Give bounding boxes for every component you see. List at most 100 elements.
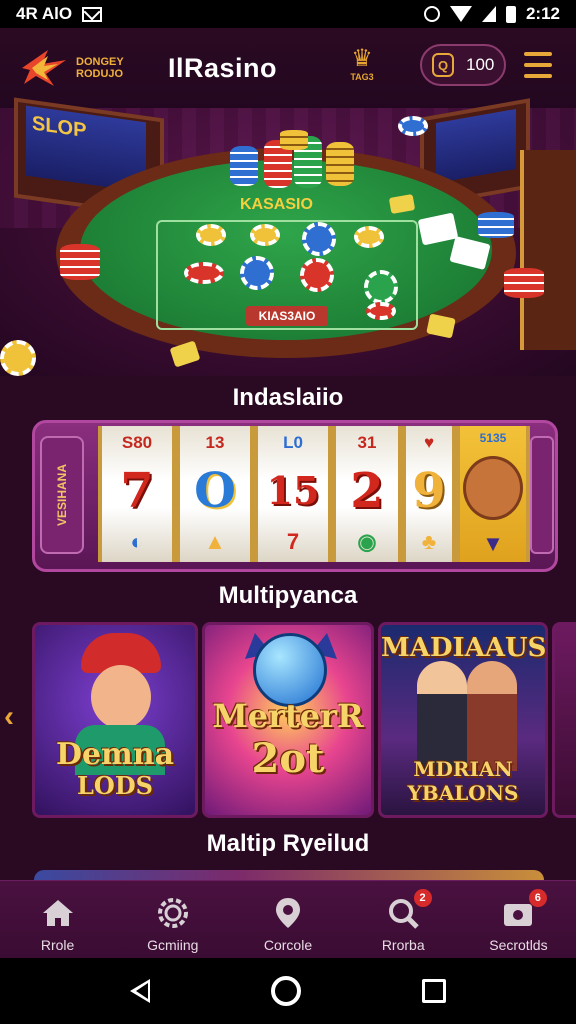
game-subtitle: MDRIAN xyxy=(413,757,513,781)
chip-icon xyxy=(250,224,280,246)
section-title-slots: Indaslaiio xyxy=(232,384,344,411)
app-screen: 4R AlO 2:12 DONGEY RODUJO IlRasino ♛ TAG… xyxy=(0,0,576,1024)
notification-badge: 2 xyxy=(413,889,432,907)
section-title-bottom: Maltip Ryeilud xyxy=(206,830,370,857)
app-title: IlRasino xyxy=(168,52,278,83)
reel-symbol-top: 13 xyxy=(205,432,225,452)
coin-icon: Q xyxy=(432,53,454,77)
slot-side-text: VESIHANA xyxy=(55,463,69,526)
chip-icon xyxy=(240,256,274,290)
game-title: Demna xyxy=(55,737,175,772)
logo-text: DONGEY RODUJO xyxy=(76,56,124,80)
reel-symbol-bottom: ▲ xyxy=(204,529,226,555)
game-subtitle: YBALONS xyxy=(407,781,519,805)
logo-text-line2: RODUJO xyxy=(76,68,124,80)
carrier-text: 4R AlO xyxy=(16,4,73,23)
chip-icon xyxy=(366,302,396,320)
game-title: MerterR xyxy=(212,697,364,735)
nav-item-search[interactable]: 2 Rrorba xyxy=(346,881,461,958)
signal-icon xyxy=(481,6,496,22)
reel-symbol-bottom: 7 xyxy=(286,529,300,555)
reel-4: 31 2 ◉ xyxy=(332,426,402,562)
chip-icon xyxy=(184,262,224,284)
table-label: KASASIO xyxy=(240,196,313,213)
system-nav-bar xyxy=(0,958,576,1024)
battery-icon xyxy=(505,5,516,23)
reel-symbol-bottom: ◐ xyxy=(130,529,144,555)
table-plate: KIAS3AIO xyxy=(246,306,328,326)
game-card[interactable]: Demna LODS xyxy=(32,622,198,818)
reel-symbol-bottom: ▼ xyxy=(482,530,504,556)
jester-face xyxy=(91,665,151,729)
reel-5: ♥ 9 ♣ xyxy=(402,426,456,562)
home-circle-icon[interactable] xyxy=(270,976,301,1006)
mail-icon xyxy=(82,6,103,22)
creature-ball xyxy=(253,633,327,707)
crown-icon: ♛ xyxy=(351,45,373,72)
recent-apps-icon[interactable] xyxy=(421,979,446,1003)
coin-value: 100 xyxy=(466,55,495,74)
reel-bonus: 5135 ▼ xyxy=(456,426,530,562)
reel-symbol-mid: 7 xyxy=(120,462,154,519)
bottom-nav: Rrole Gcmiing Corcole 2 Rrorba 6 Secrotl… xyxy=(0,880,576,958)
nav-item-console[interactable]: Corcole xyxy=(230,881,345,958)
chip-stack xyxy=(478,212,514,238)
chevron-left-icon[interactable]: ‹ xyxy=(4,700,14,734)
character-face-icon xyxy=(463,455,523,520)
nav-item-settings[interactable]: 6 Secrotlds xyxy=(461,881,576,958)
reel-symbol-bottom: ◉ xyxy=(357,529,377,555)
clock-text: 2:12 xyxy=(525,4,560,23)
wifi-icon xyxy=(449,6,472,22)
slot-lever[interactable] xyxy=(530,436,554,554)
nav-label: Rrorba xyxy=(381,937,425,953)
app-header: DONGEY RODUJO IlRasino ♛ TAG3 Q 100 xyxy=(0,28,576,108)
vip-label: TAG3 xyxy=(350,72,374,82)
character-man xyxy=(417,661,467,771)
menu-bar-icon xyxy=(524,52,552,56)
nav-label: Rrole xyxy=(40,937,75,953)
reel-symbol-top: 5135 xyxy=(479,431,507,446)
reel-symbol-top: S80 xyxy=(121,432,153,452)
menu-bar-icon xyxy=(524,74,552,78)
home-icon xyxy=(40,895,76,931)
alarm-icon xyxy=(423,6,440,22)
reel-2: 13 O ▲ xyxy=(176,426,254,562)
chip-stack xyxy=(326,142,354,186)
nav-item-home[interactable]: Rrole xyxy=(0,881,115,958)
logo-text-line1: DONGEY xyxy=(76,56,124,68)
reel-symbol-mid: 9 xyxy=(412,462,446,519)
game-card-partial[interactable] xyxy=(552,622,576,818)
chip-icon xyxy=(196,224,226,246)
chip-icon xyxy=(300,258,334,292)
back-icon[interactable] xyxy=(130,979,151,1003)
chip-icon xyxy=(0,340,36,376)
character-woman xyxy=(467,661,517,771)
nav-label: Gcmiing xyxy=(147,937,199,953)
section-title-multiplayer: Multipyanca xyxy=(218,582,358,609)
reel-1: S80 7 ◐ xyxy=(98,426,176,562)
nav-item-gaming[interactable]: Gcmiing xyxy=(115,881,230,958)
app-logo[interactable]: DONGEY RODUJO xyxy=(18,46,148,90)
reel-symbol-top: 31 xyxy=(357,432,377,452)
chip-stack xyxy=(280,130,308,150)
chip-icon xyxy=(364,270,398,304)
reel-symbol-top: L0 xyxy=(283,432,303,452)
reel-symbol-mid: 15 xyxy=(266,467,320,513)
reel-symbol-top: ♥ xyxy=(423,432,435,452)
status-bar: 4R AlO 2:12 xyxy=(0,0,576,28)
game-title: MADIAAUS xyxy=(381,633,547,663)
chip-stack xyxy=(60,244,100,280)
game-card[interactable]: MerterR 2ot xyxy=(202,622,374,818)
chip-stack xyxy=(230,146,258,186)
menu-button[interactable] xyxy=(524,52,552,78)
coin-balance[interactable]: Q 100 xyxy=(420,44,506,86)
game-subtitle: LODS xyxy=(77,771,153,800)
game-subtitle: 2ot xyxy=(251,735,325,782)
location-icon xyxy=(270,895,306,931)
nav-label: Secrotlds xyxy=(489,937,548,953)
vip-button[interactable]: ♛ TAG3 xyxy=(344,46,380,90)
game-card[interactable]: MADIAAUS MDRIAN YBALONS xyxy=(378,622,548,818)
logo-star-icon xyxy=(18,46,70,90)
menu-bar-icon xyxy=(524,63,552,67)
gear-icon xyxy=(155,895,191,931)
